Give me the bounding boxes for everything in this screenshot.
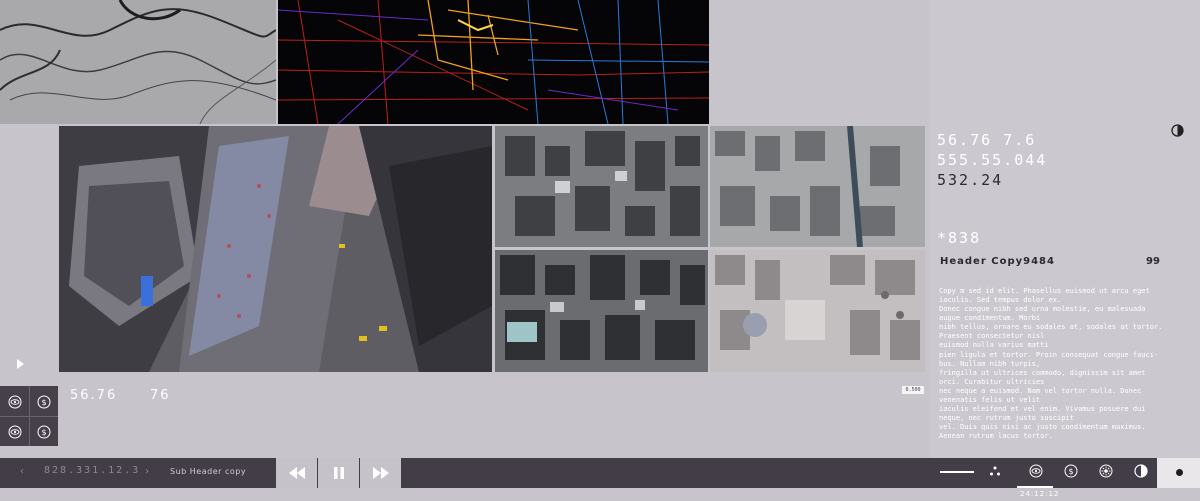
panel-body-para-1: Copy m sed id elit. Phasellus euismod ut… [939, 287, 1163, 349]
mid-readout-b: 76 [150, 388, 171, 403]
prev-arrow[interactable]: ‹ [19, 466, 25, 477]
readout-line-4: *838 [937, 229, 982, 247]
rewind-button[interactable] [276, 458, 317, 488]
svg-text:$: $ [1068, 467, 1073, 476]
panel-body-para-2: pien ligula et tortor. Proin consequat c… [939, 351, 1159, 440]
next-arrow[interactable]: › [144, 466, 150, 477]
pause-icon [333, 467, 344, 479]
readout-line-1: 56.76 7.6 [937, 131, 1037, 149]
elevation-map-tile[interactable] [0, 0, 276, 124]
scale-indicator: 0.500 [902, 386, 924, 394]
pause-button[interactable] [318, 458, 359, 488]
active-tab-indicator [1017, 486, 1053, 488]
satellite-tile-3[interactable] [495, 250, 708, 372]
satellite-tile-1[interactable] [495, 126, 708, 247]
panel-header: Header Copy9484 [940, 256, 1055, 267]
dollar-icon[interactable]: $ [1063, 463, 1079, 479]
panel-header-count: 99 [1146, 256, 1160, 267]
sun-icon[interactable] [1098, 463, 1114, 479]
mini-control-grid: $ $ [0, 386, 58, 446]
traffic-map-tile[interactable] [278, 0, 709, 124]
mid-readout-a: 56.76 [70, 388, 118, 403]
timestamp: 24:12:12 [1020, 490, 1060, 498]
dash-icon[interactable] [940, 471, 974, 473]
fast-forward-icon [372, 467, 389, 479]
contrast-icon[interactable] [1171, 124, 1184, 137]
fast-forward-button[interactable] [360, 458, 401, 488]
readout-line-3: 532.24 [937, 171, 1004, 189]
eye-icon[interactable] [1, 417, 29, 446]
sub-header: Sub Header copy [170, 467, 247, 476]
svg-text:$: $ [41, 428, 46, 437]
readout-line-2: 555.55.044 [937, 151, 1048, 169]
record-dot-icon[interactable] [1176, 469, 1183, 476]
satellite-tile-2[interactable] [710, 126, 925, 247]
dollar-icon[interactable]: $ [30, 417, 58, 446]
svg-text:$: $ [41, 398, 46, 407]
coordinate-readout: 828.331.12.3 [44, 465, 141, 476]
rewind-icon [288, 467, 305, 479]
contrast-icon[interactable] [1133, 463, 1149, 479]
satellite-tile-4[interactable] [710, 250, 925, 372]
play-marker-icon[interactable] [17, 359, 24, 369]
dollar-icon[interactable]: $ [30, 387, 58, 416]
aerial-photo-tile[interactable] [59, 126, 492, 372]
dots-icon[interactable] [987, 463, 1003, 479]
eye-icon[interactable] [1, 387, 29, 416]
eye-icon[interactable] [1028, 463, 1044, 479]
